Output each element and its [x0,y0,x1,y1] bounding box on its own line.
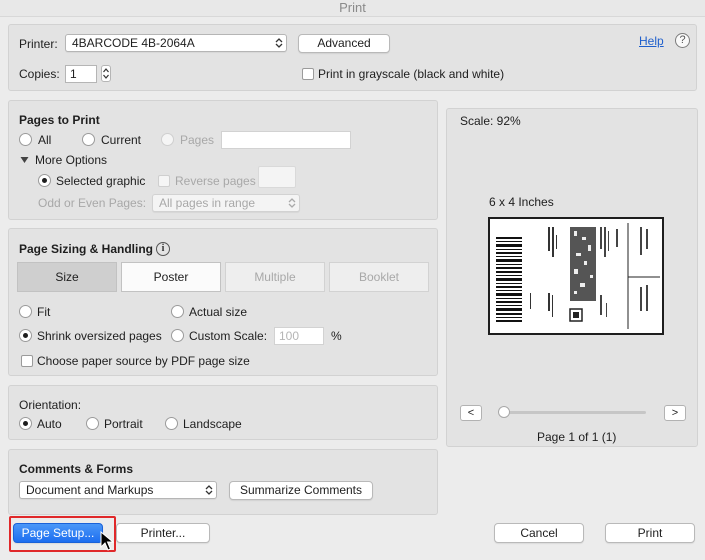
auto-label: Auto [37,417,62,431]
selected-graphic-label: Selected graphic [56,174,146,188]
pages-label: Pages [180,133,215,147]
info-icon[interactable]: i [156,242,170,256]
copies-input[interactable]: 1 [65,65,97,83]
landscape-radio[interactable] [165,417,178,430]
grayscale-checkbox[interactable] [302,68,314,80]
page-slider-track[interactable] [500,411,646,414]
paper-source-checkbox[interactable] [21,355,33,367]
stepper-arrows-icon [103,68,109,79]
printer-label: Printer: [19,37,58,51]
custom-scale-label: Custom Scale: [189,329,268,343]
orientation-title: Orientation: [19,398,82,412]
help-link[interactable]: Help [639,34,664,48]
page-sizing-title: Page Sizing & Handling [19,242,154,256]
odd-even-label: Odd or Even Pages: [38,196,147,210]
current-radio[interactable] [82,133,95,146]
cancel-button[interactable]: Cancel [494,523,584,543]
tab-size[interactable]: Size [17,262,117,292]
mouse-cursor-icon [100,531,114,551]
summarize-comments-button[interactable]: Summarize Comments [229,481,373,500]
printer-select[interactable]: 4BARCODE 4B-2064A [65,34,287,52]
pages-to-print-title: Pages to Print [19,113,100,127]
current-label: Current [101,133,142,147]
orientation-panel [8,385,438,440]
comments-forms-title: Comments & Forms [19,462,134,476]
paper-source-label: Choose paper source by PDF page size [37,354,250,368]
more-options-label[interactable]: More Options [35,153,107,167]
landscape-label: Landscape [183,417,242,431]
portrait-label: Portrait [104,417,143,431]
fit-label: Fit [37,305,51,319]
grayscale-label: Print in grayscale (black and white) [318,67,505,81]
updown-arrows-icon [275,38,283,48]
previous-page-button[interactable]: < [460,405,482,421]
page-setup-button[interactable]: Page Setup... [13,523,103,543]
portrait-radio[interactable] [86,417,99,430]
actual-size-label: Actual size [189,305,248,319]
window-title: Print [0,0,705,17]
thumbnail-preview-icon [258,166,296,188]
tab-poster[interactable]: Poster [121,262,221,292]
auto-radio[interactable] [19,417,32,430]
copies-label: Copies: [19,67,60,81]
updown-arrows-icon [288,198,296,208]
print-button[interactable]: Print [605,523,695,543]
page-slider-knob[interactable] [498,406,510,418]
advanced-button[interactable]: Advanced [298,34,390,53]
tab-booklet[interactable]: Booklet [329,262,429,292]
copies-stepper[interactable] [101,65,111,82]
percent-label: % [331,329,342,343]
custom-scale-input[interactable]: 100 [274,327,324,345]
shipping-label-preview-image [496,223,660,329]
odd-even-select[interactable]: All pages in range [152,194,300,212]
page-indicator: Page 1 of 1 (1) [537,430,617,444]
printer-select-value: 4BARCODE 4B-2064A [72,36,195,50]
tab-multiple[interactable]: Multiple [225,262,325,292]
scale-readout: Scale: 92% [460,114,521,128]
page-preview [488,217,664,335]
help-question-icon[interactable]: ? [675,33,690,48]
paper-size-label: 6 x 4 Inches [489,195,554,209]
fit-radio[interactable] [19,305,32,318]
comments-forms-select[interactable]: Document and Markups [19,481,217,499]
shrink-oversized-radio[interactable] [19,329,32,342]
updown-arrows-icon [205,485,213,495]
pages-range-input[interactable] [221,131,351,149]
disclosure-triangle-icon[interactable] [20,156,29,164]
comments-forms-select-value: Document and Markups [26,483,154,497]
next-page-button[interactable]: > [664,405,686,421]
reverse-pages-label: Reverse pages [175,174,256,188]
custom-scale-radio[interactable] [171,329,184,342]
all-radio[interactable] [19,133,32,146]
all-label: All [38,133,52,147]
pages-radio[interactable] [161,133,174,146]
odd-even-select-value: All pages in range [159,196,256,210]
reverse-pages-checkbox[interactable] [158,175,170,187]
printer-button[interactable]: Printer... [116,523,210,543]
selected-graphic-radio[interactable] [38,174,51,187]
actual-size-radio[interactable] [171,305,184,318]
shrink-oversized-label: Shrink oversized pages [37,329,162,343]
